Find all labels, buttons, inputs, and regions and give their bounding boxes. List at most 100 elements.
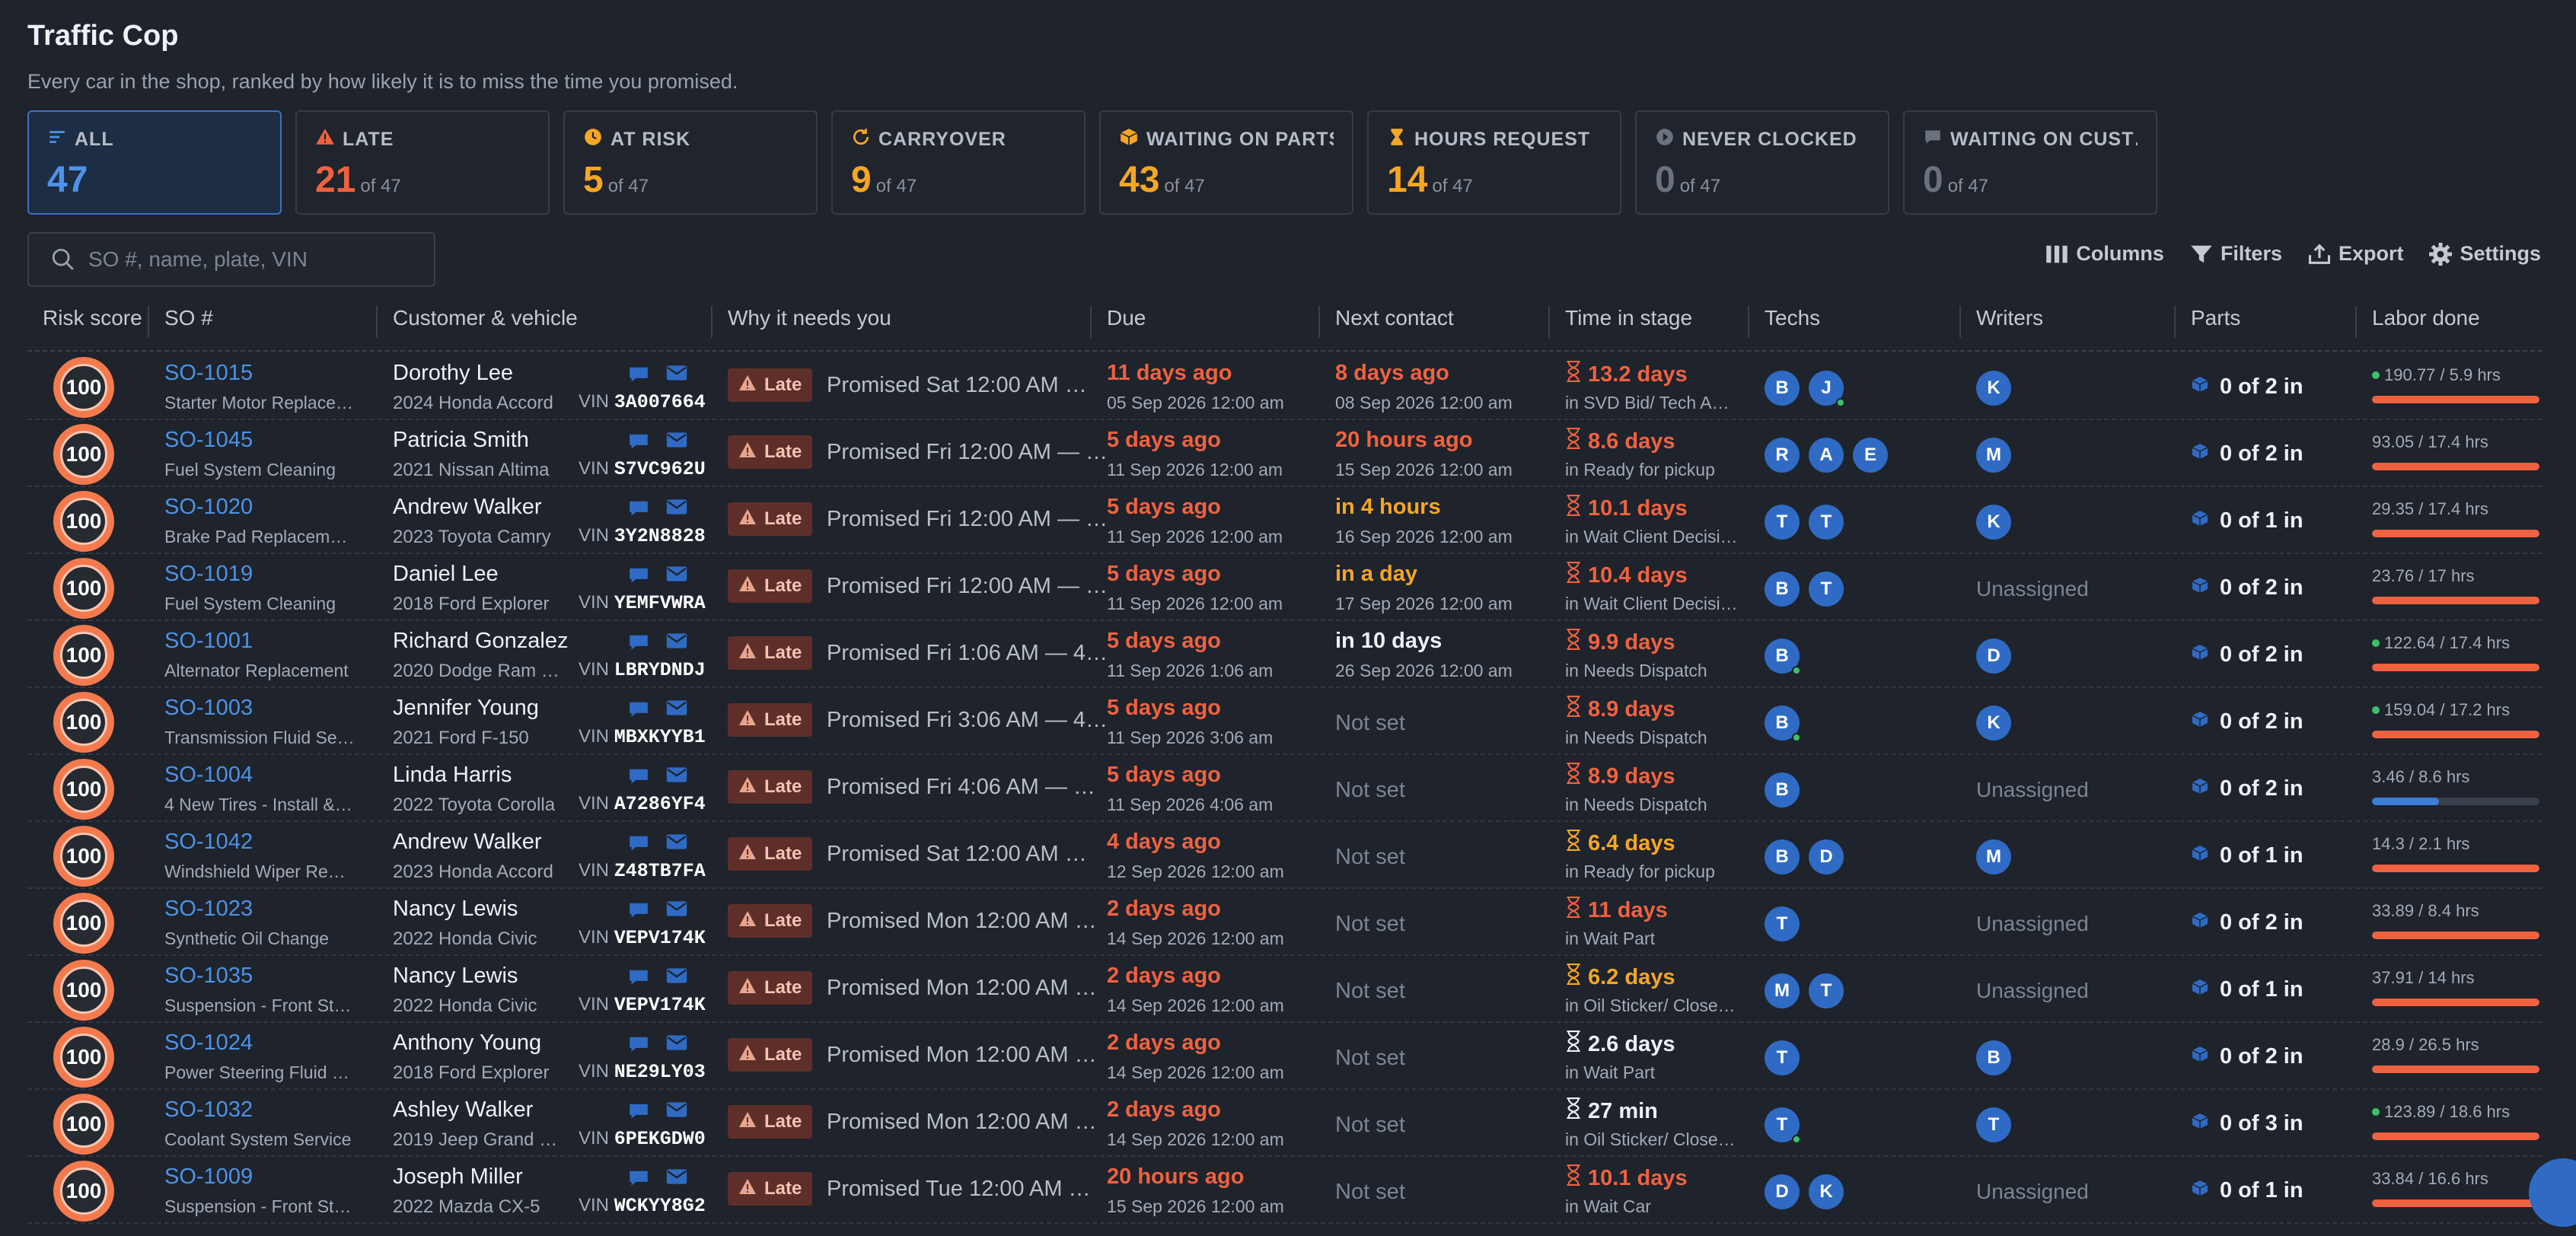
mail-icon[interactable] (665, 833, 688, 855)
column-header-why-it-needs-you[interactable]: Why it needs you (728, 306, 891, 330)
writer-avatar[interactable]: K (1976, 505, 2011, 540)
table-row[interactable]: 100 SO-1003 Transmission Fluid Servi… Jenni… (27, 688, 2543, 755)
so-number-link[interactable]: SO-1004 (164, 763, 253, 788)
so-number-link[interactable]: SO-1042 (164, 830, 253, 855)
table-row[interactable]: 100 SO-1032 Coolant System Service Ashley W… (27, 1090, 2543, 1157)
table-row[interactable]: 100 SO-1004 4 New Tires - Install & B… Lind… (27, 755, 2543, 822)
mail-icon[interactable] (665, 900, 688, 922)
mail-icon[interactable] (665, 1101, 688, 1123)
writer-avatar[interactable]: K (1976, 371, 2011, 406)
column-header-due[interactable]: Due (1107, 306, 1146, 330)
filter-card-late[interactable]: LATE 21 of 47 (295, 110, 550, 215)
table-row[interactable]: 100 SO-1045 Fuel System Cleaning Patricia S… (27, 420, 2543, 487)
tech-avatar[interactable]: T (1809, 505, 1844, 540)
message-icon[interactable] (627, 1034, 650, 1057)
so-number-link[interactable]: SO-1019 (164, 562, 253, 587)
column-header-so[interactable]: SO # (164, 306, 213, 330)
writer-avatar[interactable]: M (1976, 839, 2011, 874)
so-number-link[interactable]: SO-1001 (164, 629, 253, 654)
writer-avatar[interactable]: B (1976, 1040, 2011, 1075)
writer-avatar[interactable]: M (1976, 438, 2011, 473)
writer-avatar[interactable]: D (1976, 639, 2011, 674)
filter-card-never-clocked[interactable]: NEVER CLOCKED 0 of 47 (1635, 110, 1889, 215)
column-header-writers[interactable]: Writers (1976, 306, 2043, 330)
tech-avatar[interactable]: D (1765, 1174, 1800, 1209)
filter-card-hours-request[interactable]: HOURS REQUEST 14 of 47 (1367, 110, 1621, 215)
tech-avatar[interactable]: D (1809, 839, 1844, 874)
so-number-link[interactable]: SO-1009 (164, 1164, 253, 1190)
so-number-link[interactable]: SO-1020 (164, 495, 253, 520)
column-header-parts[interactable]: Parts (2191, 306, 2240, 330)
message-icon[interactable] (627, 699, 650, 722)
table-row[interactable]: 100 SO-1035 Suspension - Front Stru… Nancy … (27, 956, 2543, 1023)
message-icon[interactable] (627, 632, 650, 655)
table-row[interactable]: 100 SO-1015 Starter Motor Replace… Dorothy … (27, 353, 2543, 420)
search-box[interactable] (27, 232, 435, 287)
tech-avatar[interactable]: A (1809, 438, 1844, 473)
message-icon[interactable] (627, 833, 650, 856)
table-row[interactable]: 100 SO-1019 Fuel System Cleaning Daniel Lee… (27, 554, 2543, 621)
mail-icon[interactable] (665, 766, 688, 788)
tech-avatar[interactable]: R (1765, 438, 1800, 473)
column-header-customer-vehicle[interactable]: Customer & vehicle (393, 306, 578, 330)
writer-avatar[interactable]: K (1976, 706, 2011, 741)
column-header-time-in-stage[interactable]: Time in stage (1565, 306, 1692, 330)
table-row[interactable]: 100 SO-1001 Alternator Replacement Richard … (27, 621, 2543, 688)
tech-avatar[interactable]: K (1809, 1174, 1844, 1209)
message-icon[interactable] (627, 1168, 650, 1191)
so-number-link[interactable]: SO-1045 (164, 428, 253, 453)
table-row[interactable]: 100 SO-1024 Power Steering Fluid Le… Anthon… (27, 1023, 2543, 1090)
tech-avatar[interactable]: T (1765, 906, 1800, 941)
tech-avatar[interactable]: B (1765, 772, 1800, 808)
mail-icon[interactable] (665, 431, 688, 453)
filter-card-all[interactable]: ALL 47 (27, 110, 282, 215)
so-number-link[interactable]: SO-1023 (164, 897, 253, 922)
table-row[interactable]: 100 SO-1020 Brake Pad Replacemen… Andrew Wa… (27, 487, 2543, 554)
mail-icon[interactable] (665, 1168, 688, 1190)
tech-avatar[interactable]: T (1809, 973, 1844, 1008)
tech-avatar[interactable]: T (1765, 1040, 1800, 1075)
message-icon[interactable] (627, 900, 650, 923)
tech-avatar[interactable]: T (1809, 572, 1844, 607)
message-icon[interactable] (627, 1101, 650, 1124)
columns-button[interactable]: Columns (2045, 242, 2164, 266)
column-header-risk-score[interactable]: Risk score (43, 306, 142, 330)
column-header-labor-done[interactable]: Labor done (2372, 306, 2480, 330)
mail-icon[interactable] (665, 632, 688, 654)
so-number-link[interactable]: SO-1032 (164, 1097, 253, 1123)
tech-avatar[interactable]: T (1765, 1107, 1801, 1144)
tech-avatar[interactable]: B (1765, 706, 1801, 742)
so-number-link[interactable]: SO-1003 (164, 696, 253, 721)
tech-avatar[interactable]: E (1853, 438, 1888, 473)
column-header-next-contact[interactable]: Next contact (1335, 306, 1454, 330)
mail-icon[interactable] (665, 699, 688, 721)
table-row[interactable]: 100 SO-1042 Windshield Wiper Repla… Andrew … (27, 822, 2543, 889)
so-number-link[interactable]: SO-1035 (164, 964, 253, 989)
filter-card-waiting-on-cust[interactable]: WAITING ON CUST… 0 of 47 (1903, 110, 2157, 215)
column-header-techs[interactable]: Techs (1765, 306, 1820, 330)
writer-avatar[interactable]: T (1976, 1107, 2011, 1142)
message-icon[interactable] (627, 498, 650, 521)
filters-button[interactable]: Filters (2190, 242, 2282, 266)
mail-icon[interactable] (665, 565, 688, 587)
mail-icon[interactable] (665, 498, 688, 520)
message-icon[interactable] (627, 565, 650, 588)
message-icon[interactable] (627, 431, 650, 454)
tech-avatar[interactable]: B (1765, 371, 1800, 406)
mail-icon[interactable] (665, 967, 688, 989)
message-icon[interactable] (627, 766, 650, 789)
table-row[interactable]: 100 SO-1023 Synthetic Oil Change Nancy Lewi… (27, 889, 2543, 956)
mail-icon[interactable] (665, 364, 688, 386)
tech-avatar[interactable]: B (1765, 572, 1800, 607)
settings-button[interactable]: Settings (2429, 242, 2541, 266)
search-input[interactable] (88, 247, 423, 272)
table-row[interactable]: 100 SO-1009 Suspension - Front Stru… Joseph… (27, 1157, 2543, 1224)
filter-card-carryover[interactable]: CARRYOVER 9 of 47 (831, 110, 1086, 215)
tech-avatar[interactable]: T (1765, 505, 1800, 540)
tech-avatar[interactable]: B (1765, 839, 1800, 874)
so-number-link[interactable]: SO-1015 (164, 361, 253, 386)
so-number-link[interactable]: SO-1024 (164, 1031, 253, 1056)
export-button[interactable]: Export (2308, 242, 2403, 266)
filter-card-at-risk[interactable]: AT RISK 5 of 47 (563, 110, 818, 215)
message-icon[interactable] (627, 364, 650, 387)
